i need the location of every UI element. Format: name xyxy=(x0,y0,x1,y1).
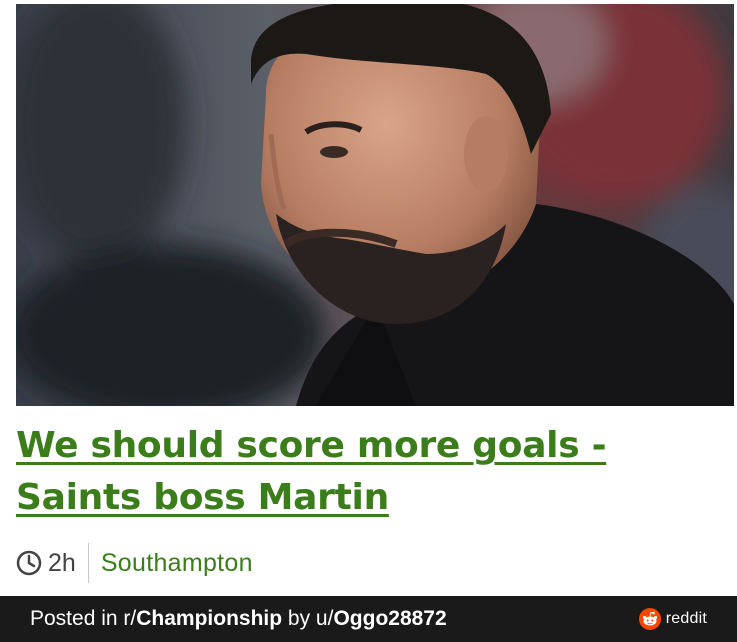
posted-in-text: Posted in r/Championship by u/Oggo28872 xyxy=(30,607,447,631)
reddit-footer: Posted in r/Championship by u/Oggo28872 … xyxy=(0,596,737,642)
by-prefix: by u/ xyxy=(282,607,334,630)
man-portrait-image xyxy=(16,4,734,406)
subreddit-link[interactable]: Championship xyxy=(136,607,282,630)
reddit-wordmark: reddit xyxy=(665,610,707,627)
clock-icon xyxy=(16,550,42,576)
article-card[interactable]: We should score more goals - Saints boss… xyxy=(0,0,737,596)
article-meta: 2h Southampton xyxy=(16,543,253,583)
username-link[interactable]: Oggo28872 xyxy=(333,607,446,630)
article-headline[interactable]: We should score more goals - Saints boss… xyxy=(16,420,716,524)
article-image[interactable] xyxy=(16,4,734,406)
article-section-link[interactable]: Southampton xyxy=(89,543,253,583)
article-age: 2h xyxy=(48,543,89,583)
posted-prefix: Posted in r/ xyxy=(30,607,137,630)
reddit-brand[interactable]: reddit xyxy=(638,608,707,630)
reddit-logo-icon xyxy=(638,608,661,630)
